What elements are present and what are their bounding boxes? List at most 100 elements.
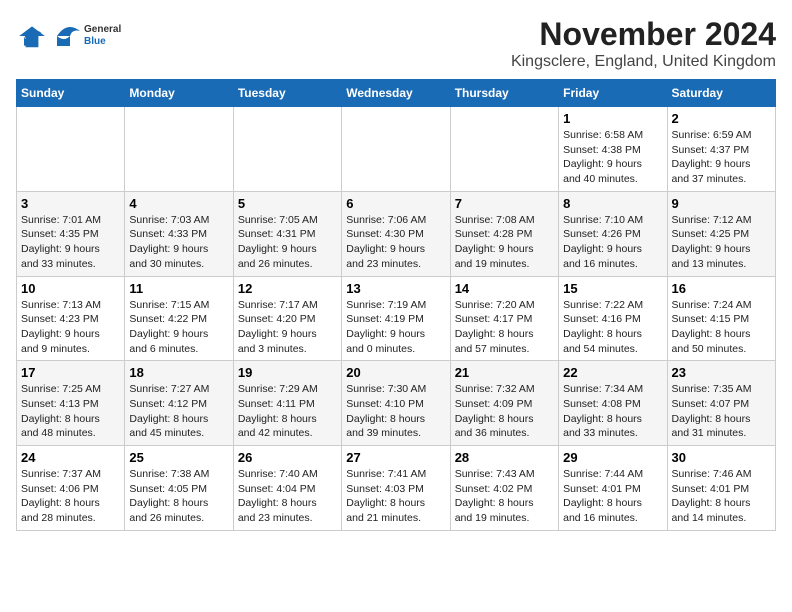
calendar-cell: 13 Sunrise: 7:19 AM Sunset: 4:19 PM Dayli… [342,276,450,361]
calendar-cell: 24 Sunrise: 7:37 AM Sunset: 4:06 PM Dayli… [17,446,125,531]
calendar-cell: 2 Sunrise: 6:59 AM Sunset: 4:37 PM Daylig… [667,107,775,192]
day-info: Sunrise: 7:05 AM Sunset: 4:31 PM Dayligh… [238,213,337,272]
day-number: 24 [21,450,120,465]
day-info: Sunrise: 7:08 AM Sunset: 4:28 PM Dayligh… [455,213,554,272]
month-title: November 2024 [511,16,776,53]
day-info: Sunrise: 7:29 AM Sunset: 4:11 PM Dayligh… [238,382,337,441]
day-info: Sunrise: 7:46 AM Sunset: 4:01 PM Dayligh… [672,467,771,526]
day-number: 11 [129,281,228,296]
calendar-cell: 22 Sunrise: 7:34 AM Sunset: 4:08 PM Dayli… [559,361,667,446]
day-info: Sunrise: 7:41 AM Sunset: 4:03 PM Dayligh… [346,467,445,526]
weekday-header-cell: Tuesday [233,80,341,107]
calendar-cell: 20Sunrise: 7:30 AM Sunset: 4:10 PM Dayli… [342,361,450,446]
calendar-cell: 11 Sunrise: 7:15 AM Sunset: 4:22 PM Dayli… [125,276,233,361]
calendar-cell [450,107,558,192]
calendar-cell: 4Sunrise: 7:03 AM Sunset: 4:33 PM Daylig… [125,191,233,276]
day-number: 5 [238,196,337,211]
day-number: 3 [21,196,120,211]
day-info: Sunrise: 7:06 AM Sunset: 4:30 PM Dayligh… [346,213,445,272]
day-number: 7 [455,196,554,211]
weekday-header-cell: Friday [559,80,667,107]
day-info: Sunrise: 7:27 AM Sunset: 4:12 PM Dayligh… [129,382,228,441]
day-info: Sunrise: 7:12 AM Sunset: 4:25 PM Dayligh… [672,213,771,272]
day-number: 8 [563,196,662,211]
calendar-cell: 9Sunrise: 7:12 AM Sunset: 4:25 PM Daylig… [667,191,775,276]
day-info: Sunrise: 7:17 AM Sunset: 4:20 PM Dayligh… [238,298,337,357]
day-info: Sunrise: 7:25 AM Sunset: 4:13 PM Dayligh… [21,382,120,441]
day-info: Sunrise: 6:59 AM Sunset: 4:37 PM Dayligh… [672,128,771,187]
weekday-header-cell: Wednesday [342,80,450,107]
day-number: 10 [21,281,120,296]
day-info: Sunrise: 7:34 AM Sunset: 4:08 PM Dayligh… [563,382,662,441]
weekday-header-cell: Saturday [667,80,775,107]
day-info: Sunrise: 7:44 AM Sunset: 4:01 PM Dayligh… [563,467,662,526]
day-number: 30 [672,450,771,465]
day-info: Sunrise: 7:37 AM Sunset: 4:06 PM Dayligh… [21,467,120,526]
weekday-header-cell: Thursday [450,80,558,107]
day-info: Sunrise: 7:24 AM Sunset: 4:15 PM Dayligh… [672,298,771,357]
day-number: 23 [672,365,771,380]
calendar-cell [125,107,233,192]
calendar-cell: 12 Sunrise: 7:17 AM Sunset: 4:20 PM Dayli… [233,276,341,361]
day-number: 20 [346,365,445,380]
day-number: 6 [346,196,445,211]
day-info: Sunrise: 7:13 AM Sunset: 4:23 PM Dayligh… [21,298,120,357]
calendar-cell [342,107,450,192]
calendar-cell: 23Sunrise: 7:35 AM Sunset: 4:07 PM Dayli… [667,361,775,446]
day-number: 27 [346,450,445,465]
calendar-table: SundayMondayTuesdayWednesdayThursdayFrid… [16,79,776,531]
day-info: Sunrise: 7:01 AM Sunset: 4:35 PM Dayligh… [21,213,120,272]
day-number: 16 [672,281,771,296]
calendar-cell: 16 Sunrise: 7:24 AM Sunset: 4:15 PM Dayli… [667,276,775,361]
day-number: 28 [455,450,554,465]
calendar-body: 1 Sunrise: 6:58 AM Sunset: 4:38 PM Daylig… [17,107,776,531]
calendar-week-row: 1 Sunrise: 6:58 AM Sunset: 4:38 PM Daylig… [17,107,776,192]
weekday-header-cell: Sunday [17,80,125,107]
day-info: Sunrise: 7:15 AM Sunset: 4:22 PM Dayligh… [129,298,228,357]
logo-svg: General Blue [52,16,132,56]
location: Kingsclere, England, United Kingdom [511,53,776,71]
day-number: 22 [563,365,662,380]
title-area: November 2024 Kingsclere, England, Unite… [511,16,776,71]
day-number: 2 [672,111,771,126]
calendar-cell: 5 Sunrise: 7:05 AM Sunset: 4:31 PM Daylig… [233,191,341,276]
svg-text:Blue: Blue [84,36,106,47]
calendar-week-row: 24 Sunrise: 7:37 AM Sunset: 4:06 PM Dayli… [17,446,776,531]
svg-text:General: General [84,24,121,35]
day-number: 19 [238,365,337,380]
day-info: Sunrise: 7:20 AM Sunset: 4:17 PM Dayligh… [455,298,554,357]
day-info: Sunrise: 7:38 AM Sunset: 4:05 PM Dayligh… [129,467,228,526]
day-number: 17 [21,365,120,380]
calendar-cell: 28Sunrise: 7:43 AM Sunset: 4:02 PM Dayli… [450,446,558,531]
day-number: 15 [563,281,662,296]
calendar-week-row: 3 Sunrise: 7:01 AM Sunset: 4:35 PM Daylig… [17,191,776,276]
day-number: 13 [346,281,445,296]
day-number: 1 [563,111,662,126]
calendar-cell: 26 Sunrise: 7:40 AM Sunset: 4:04 PM Dayli… [233,446,341,531]
calendar-cell: 1 Sunrise: 6:58 AM Sunset: 4:38 PM Daylig… [559,107,667,192]
day-number: 21 [455,365,554,380]
day-number: 29 [563,450,662,465]
day-number: 26 [238,450,337,465]
day-info: Sunrise: 7:40 AM Sunset: 4:04 PM Dayligh… [238,467,337,526]
header: General Blue November 2024 Kingsclere, E… [16,16,776,71]
calendar-cell: 29 Sunrise: 7:44 AM Sunset: 4:01 PM Dayli… [559,446,667,531]
calendar-cell: 7 Sunrise: 7:08 AM Sunset: 4:28 PM Daylig… [450,191,558,276]
day-info: Sunrise: 7:19 AM Sunset: 4:19 PM Dayligh… [346,298,445,357]
calendar-cell: 17 Sunrise: 7:25 AM Sunset: 4:13 PM Dayli… [17,361,125,446]
day-info: Sunrise: 6:58 AM Sunset: 4:38 PM Dayligh… [563,128,662,187]
calendar-week-row: 17 Sunrise: 7:25 AM Sunset: 4:13 PM Dayli… [17,361,776,446]
day-number: 18 [129,365,228,380]
calendar-cell [233,107,341,192]
calendar-cell: 30 Sunrise: 7:46 AM Sunset: 4:01 PM Dayli… [667,446,775,531]
day-info: Sunrise: 7:03 AM Sunset: 4:33 PM Dayligh… [129,213,228,272]
day-number: 25 [129,450,228,465]
calendar-week-row: 10 Sunrise: 7:13 AM Sunset: 4:23 PM Dayli… [17,276,776,361]
calendar-cell: 25 Sunrise: 7:38 AM Sunset: 4:05 PM Dayli… [125,446,233,531]
weekday-header-cell: Monday [125,80,233,107]
calendar-cell: 8 Sunrise: 7:10 AM Sunset: 4:26 PM Daylig… [559,191,667,276]
calendar-cell: 21Sunrise: 7:32 AM Sunset: 4:09 PM Dayli… [450,361,558,446]
day-info: Sunrise: 7:22 AM Sunset: 4:16 PM Dayligh… [563,298,662,357]
day-number: 12 [238,281,337,296]
day-info: Sunrise: 7:10 AM Sunset: 4:26 PM Dayligh… [563,213,662,272]
